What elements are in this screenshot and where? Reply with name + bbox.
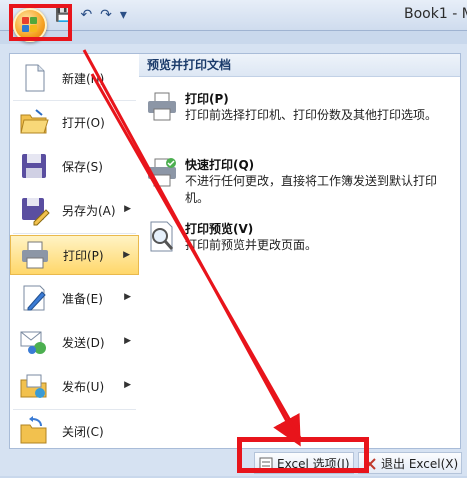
option-description: 打印前选择打印机、打印份数及其他打印选项。: [185, 108, 438, 122]
open-folder-icon: [18, 106, 50, 138]
menu-item-send[interactable]: 发送(D) ▶: [10, 322, 139, 362]
print-preview-option[interactable]: 打印预览(V) 打印前预览并更改页面。: [145, 220, 455, 260]
menu-divider: [13, 409, 136, 410]
printer-icon: [145, 90, 179, 124]
quick-print-icon: [145, 156, 179, 190]
submenu-arrow-icon: ▶: [123, 250, 130, 260]
undo-icon[interactable]: ↶: [80, 7, 92, 23]
prepare-icon: [18, 282, 50, 314]
print-option[interactable]: 打印(P) 打印前选择打印机、打印份数及其他打印选项。: [145, 90, 455, 138]
panel-header: 预览并打印文档: [139, 54, 460, 77]
menu-item-new[interactable]: 新建(N): [10, 58, 139, 98]
menu-item-label: 发布(U): [62, 379, 105, 394]
menu-item-publish[interactable]: 发布(U) ▶: [10, 366, 139, 406]
save-disk-icon: [18, 150, 50, 182]
close-folder-icon: [18, 415, 50, 447]
menu-item-label: 打印(P): [63, 248, 104, 263]
menu-item-label: 发送(D): [62, 335, 105, 350]
office-button-highlight: [9, 4, 72, 41]
send-icon: [18, 326, 50, 358]
print-submenu-panel: 预览并打印文档 打印(P) 打印前选择打印机、打印份数及其他打印选项。 快速打印…: [139, 53, 461, 449]
menu-item-label: 另存为(A): [62, 203, 116, 218]
excel-options-highlight: [237, 437, 369, 473]
redo-icon[interactable]: ↷: [100, 7, 112, 23]
menu-item-label: 关闭(C): [62, 424, 104, 439]
quick-print-option[interactable]: 快速打印(Q) 不进行任何更改，直接将工作簿发送到默认打印机。: [145, 156, 455, 208]
office-menu: 新建(N) 打开(O) 保存(S) 另存为(A) ▶ 打印(P) ▶ 准备(E)…: [0, 44, 467, 476]
new-document-icon: [18, 62, 50, 94]
option-description: 不进行任何更改，直接将工作簿发送到默认打印机。: [185, 174, 438, 205]
option-title: 打印(P): [185, 92, 229, 106]
exit-excel-label: 退出 Excel(X): [381, 457, 459, 471]
menu-item-save[interactable]: 保存(S): [10, 146, 139, 186]
publish-icon: [18, 370, 50, 402]
print-preview-icon: [145, 220, 179, 254]
menu-item-label: 保存(S): [62, 159, 103, 174]
menu-item-close[interactable]: 关闭(C): [10, 411, 139, 451]
submenu-arrow-icon: ▶: [124, 292, 131, 302]
menu-divider: [13, 100, 136, 101]
submenu-arrow-icon: ▶: [124, 204, 131, 214]
exit-excel-button[interactable]: 退出 Excel(X): [358, 452, 462, 474]
submenu-arrow-icon: ▶: [124, 380, 131, 390]
option-title: 打印预览(V): [185, 222, 254, 236]
printer-icon: [19, 239, 51, 271]
menu-item-label: 打开(O): [62, 115, 105, 130]
save-as-icon: [18, 194, 50, 226]
window-title: Book1 - M: [404, 6, 467, 22]
menu-item-label: 准备(E): [62, 291, 103, 306]
menu-divider: [13, 233, 136, 234]
option-title: 快速打印(Q): [185, 158, 255, 172]
menu-item-label: 新建(N): [62, 71, 105, 86]
option-description: 打印前预览并更改页面。: [185, 238, 318, 252]
submenu-arrow-icon: ▶: [124, 336, 131, 346]
menu-bottom-bar: Excel 选项(I) 退出 Excel(X): [0, 447, 467, 476]
menu-item-print[interactable]: 打印(P) ▶: [10, 235, 139, 275]
menu-item-save-as[interactable]: 另存为(A) ▶: [10, 190, 139, 230]
menu-item-prepare[interactable]: 准备(E) ▶: [10, 278, 139, 318]
customize-icon[interactable]: ▾: [120, 7, 127, 23]
left-menu: 新建(N) 打开(O) 保存(S) 另存为(A) ▶ 打印(P) ▶ 准备(E)…: [9, 53, 140, 449]
menu-item-open[interactable]: 打开(O): [10, 102, 139, 142]
